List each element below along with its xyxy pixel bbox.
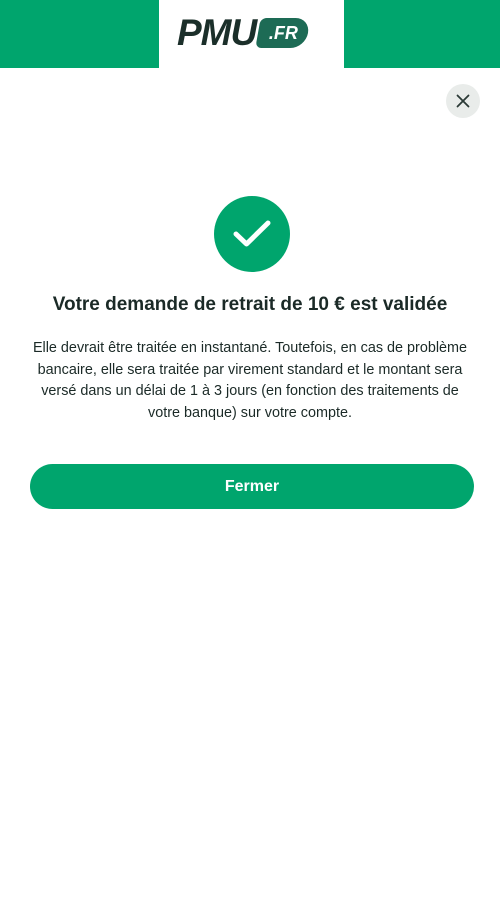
success-title: Votre demande de retrait de 10 € est val… <box>52 294 448 315</box>
pmu-logo[interactable]: PMU .FR <box>177 14 329 52</box>
logo-badge: .FR <box>255 18 311 48</box>
close-primary-button[interactable]: Fermer <box>30 464 474 509</box>
check-icon <box>233 220 271 247</box>
close-icon <box>456 94 470 108</box>
logo-text: PMU <box>177 12 257 53</box>
success-description: Elle devrait être traitée en instantané.… <box>32 340 468 421</box>
close-button[interactable] <box>446 84 480 118</box>
logo-badge-text: .FR <box>268 22 298 43</box>
success-badge <box>214 196 290 272</box>
